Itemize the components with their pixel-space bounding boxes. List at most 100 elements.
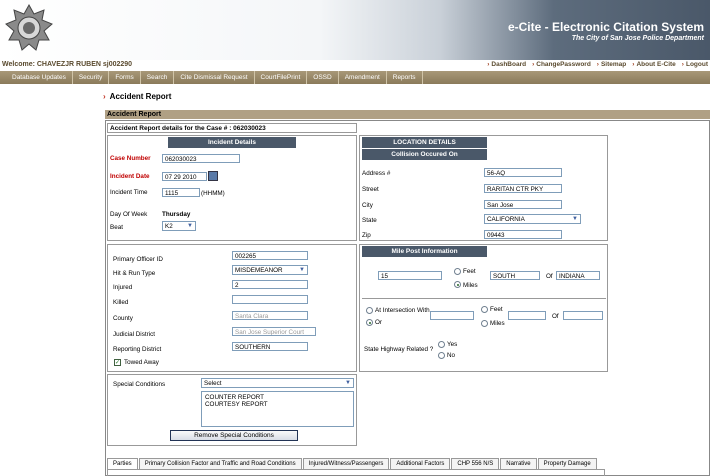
special-conditions-label: Special Conditions: [113, 381, 166, 388]
of2-field[interactable]: [563, 311, 603, 320]
day-of-week-value: Thursday: [162, 211, 191, 218]
street-label: Street: [362, 186, 379, 193]
breadcrumb: › Accident Report: [103, 92, 171, 101]
special-conditions-list[interactable]: COUNTER REPORT COURTESY REPORT: [201, 391, 354, 427]
highway-yes-radio[interactable]: [438, 341, 445, 348]
menu-courtfileprint[interactable]: CourtFilePrint: [255, 71, 308, 84]
primary-officer-field[interactable]: 002265: [232, 251, 308, 260]
feet2-label: Feet: [490, 306, 503, 313]
list-item[interactable]: COURTESY REPORT: [205, 401, 350, 408]
menu-security[interactable]: Security: [73, 71, 110, 84]
incident-date-field[interactable]: 07 29 2010: [162, 172, 207, 181]
of-field[interactable]: INDIANA: [556, 271, 600, 280]
of-label: Of: [546, 273, 553, 280]
towed-away-checkbox[interactable]: ✓: [114, 359, 121, 366]
top-link-sitemap[interactable]: › Sitemap: [597, 61, 626, 68]
injured-field[interactable]: 2: [232, 280, 308, 289]
miles2-radio[interactable]: [481, 320, 488, 327]
highway-yes-label: Yes: [447, 341, 458, 348]
feet2-radio[interactable]: [481, 306, 488, 313]
feet-radio[interactable]: [454, 268, 461, 275]
welcome-text: Welcome: CHAVEZJR RUBEN sj002290: [2, 61, 133, 68]
list-item[interactable]: COUNTER REPORT: [205, 394, 350, 401]
city-label: City: [362, 202, 373, 209]
killed-label: Killed: [113, 299, 129, 306]
breadcrumb-label: Accident Report: [109, 92, 172, 101]
state-select[interactable]: CALIFORNIA ▼: [484, 214, 581, 224]
or-radio[interactable]: [366, 319, 373, 326]
direction-field[interactable]: SOUTH: [490, 271, 540, 280]
county-field: Santa Clara: [232, 311, 308, 320]
chevron-right-icon: ›: [103, 92, 106, 101]
remove-special-conditions-button[interactable]: Remove Special Conditions: [170, 430, 298, 441]
top-link-dashboard[interactable]: › DashBoard: [487, 61, 526, 68]
tab-content: [107, 469, 605, 476]
intersection-radio[interactable]: [366, 307, 373, 314]
beat-label: Beat: [110, 224, 123, 231]
hit-run-select[interactable]: MISDEMEANOR ▼: [232, 265, 308, 275]
distance2-field[interactable]: [508, 311, 546, 320]
address-field[interactable]: 56-AQ: [484, 168, 562, 177]
chevron-down-icon: ▼: [186, 223, 194, 229]
chevron-down-icon: ▼: [571, 216, 579, 222]
app-subtitle: The City of San Jose Police Department: [571, 35, 704, 42]
incident-time-label: Incident Time: [110, 189, 148, 196]
highway-no-radio[interactable]: [438, 352, 445, 359]
miles-label: Miles: [463, 282, 478, 289]
chevron-down-icon: ▼: [298, 267, 306, 273]
case-header: Accident Report details for the Case # :…: [107, 123, 357, 133]
main-menu: Database Updates Security Forms Search C…: [0, 71, 710, 84]
intersection-label: At Intersection With: [375, 307, 430, 314]
miles2-label: Miles: [490, 320, 505, 327]
top-link-logout[interactable]: › Logout: [682, 61, 708, 68]
collision-occured-title: Collision Occured On: [362, 148, 487, 160]
case-number-field[interactable]: 062030023: [162, 154, 240, 163]
incident-date-label: Incident Date: [110, 173, 150, 180]
app-title: e-Cite - Electronic Citation System: [507, 20, 704, 34]
state-highway-label: State Highway Related ?: [364, 346, 434, 353]
menu-database-updates[interactable]: Database Updates: [0, 71, 73, 84]
primary-officer-label: Primary Officer ID: [113, 256, 163, 263]
police-badge-logo: [5, 4, 53, 51]
street-field[interactable]: RARITAN CTR PKY: [484, 184, 562, 193]
address-label: Address #: [362, 170, 391, 177]
time-format-hint: (HHMM): [201, 190, 225, 197]
chevron-down-icon: ▼: [344, 380, 352, 386]
menu-ossd[interactable]: OSSD: [307, 71, 339, 84]
beat-select[interactable]: K2 ▼: [162, 221, 196, 231]
section-title: Accident Report: [105, 110, 710, 119]
miles-radio[interactable]: [454, 281, 461, 288]
location-details-title: LOCATION DETAILS: [362, 137, 487, 148]
intersection-field[interactable]: [430, 311, 474, 320]
judicial-district-label: Judicial District: [113, 331, 155, 338]
mile-post-title: Mile Post Information: [362, 246, 487, 257]
killed-field[interactable]: [232, 295, 308, 304]
top-link-about[interactable]: › About E-Cite: [632, 61, 676, 68]
mile-post-field[interactable]: 15: [378, 271, 442, 280]
menu-amendment[interactable]: Amendment: [339, 71, 387, 84]
incident-time-field[interactable]: 1115: [162, 188, 200, 197]
menu-search[interactable]: Search: [141, 71, 175, 84]
city-field[interactable]: San Jose: [484, 200, 562, 209]
special-conditions-select[interactable]: Select ▼: [201, 378, 354, 388]
top-link-change-password[interactable]: › ChangePassword: [532, 61, 591, 68]
menu-reports[interactable]: Reports: [387, 71, 423, 84]
zip-field[interactable]: 09443: [484, 230, 562, 239]
menu-cite-dismissal[interactable]: Cite Dismissal Request: [174, 71, 255, 84]
county-label: County: [113, 315, 133, 322]
calendar-icon[interactable]: [208, 171, 218, 181]
divider: [362, 298, 606, 299]
top-links: › DashBoard › ChangePassword › Sitemap › Abo…: [487, 61, 708, 68]
of2-label: Of: [552, 313, 559, 320]
feet-label: Feet: [463, 268, 476, 275]
menu-forms[interactable]: Forms: [109, 71, 141, 84]
or-label: Or: [375, 319, 382, 326]
highway-no-label: No: [447, 352, 456, 359]
judicial-district-field: San Jose Superior Court: [232, 327, 316, 336]
state-label: State: [362, 217, 377, 224]
reporting-district-label: Reporting District: [113, 346, 162, 353]
zip-label: Zip: [362, 232, 371, 239]
incident-details-panel: Incident Details: [107, 135, 357, 241]
reporting-district-field[interactable]: SOUTHERN: [232, 342, 308, 351]
towed-away-label: Towed Away: [124, 359, 159, 366]
